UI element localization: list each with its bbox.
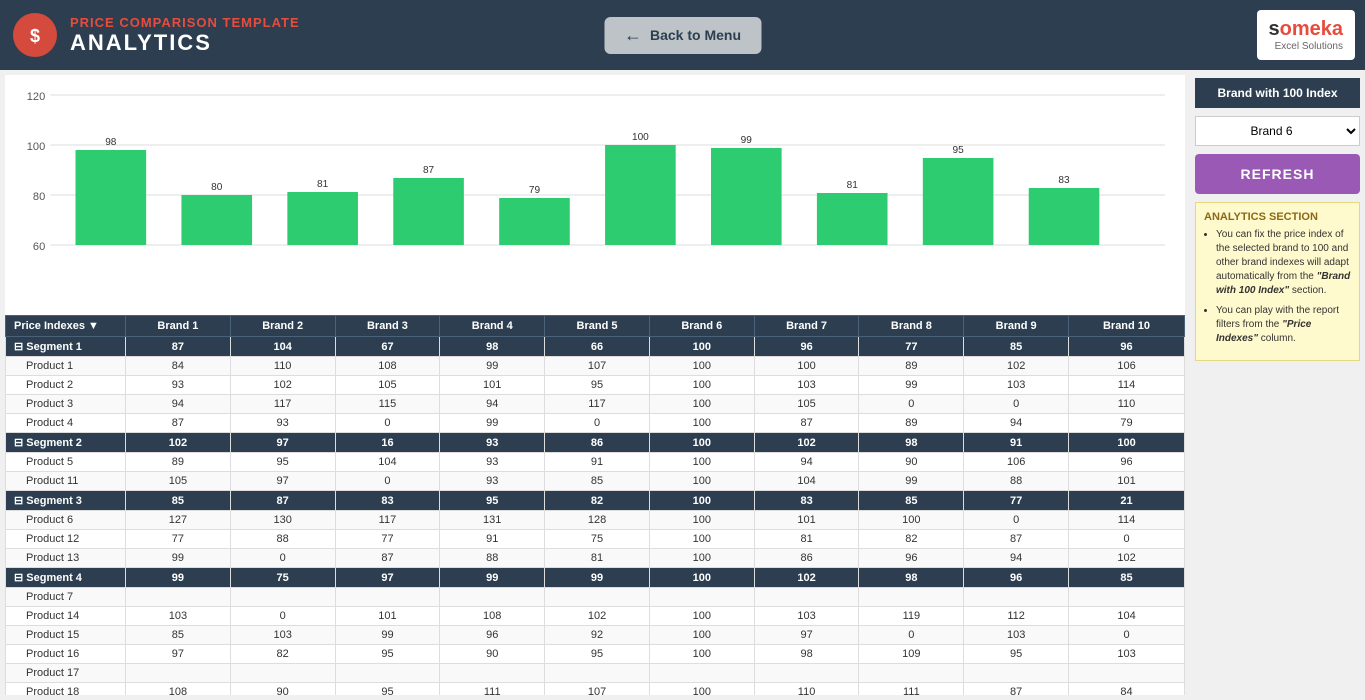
refresh-button[interactable]: REFRESH (1195, 154, 1360, 194)
logo-area: $ PRICE COMPARISON TEMPLATE ANALYTICS (10, 10, 300, 60)
col-header-brand2: Brand 2 (230, 316, 335, 337)
bar-brand6 (605, 145, 676, 245)
col-header-price-indexes[interactable]: Price Indexes ▼ (6, 316, 126, 337)
bar-brand8 (817, 193, 888, 245)
bar-brand7 (711, 148, 782, 245)
table-body: ⊟ Segment 18710467986610096778596Product… (6, 337, 1185, 696)
svg-text:$: $ (30, 26, 40, 46)
svg-text:100: 100 (27, 141, 45, 153)
svg-text:60: 60 (33, 241, 45, 253)
col-header-brand5: Brand 5 (545, 316, 650, 337)
table-row: Product 61271301171311281001011000114 (6, 511, 1185, 530)
analytics-info-title: ANALYTICS SECTION (1204, 211, 1351, 223)
right-panel: Brand with 100 Index Brand 6 Brand 1 Bra… (1190, 70, 1365, 700)
table-row: Product 589951049391100949010696 (6, 453, 1185, 472)
svg-text:99: 99 (741, 135, 753, 146)
bar-brand5 (499, 198, 570, 245)
segment-row: ⊟ Segment 18710467986610096778596 (6, 337, 1185, 357)
col-header-brand4: Brand 4 (440, 316, 545, 337)
col-header-brand10: Brand 10 (1069, 316, 1185, 337)
bar-brand4 (393, 178, 464, 245)
svg-text:100: 100 (632, 132, 649, 143)
header-main-title: ANALYTICS (70, 30, 300, 56)
col-header-brand1: Brand 1 (126, 316, 231, 337)
svg-text:98: 98 (105, 137, 117, 148)
svg-text:80: 80 (33, 191, 45, 203)
svg-text:95: 95 (953, 145, 965, 156)
app-header: $ PRICE COMPARISON TEMPLATE ANALYTICS ← … (0, 0, 1365, 70)
table-row: Product 141030101108102100103119112104 (6, 607, 1185, 626)
table-row: Product 17 (6, 664, 1185, 683)
col-header-brand9: Brand 9 (964, 316, 1069, 337)
col-header-brand7: Brand 7 (754, 316, 859, 337)
brand-with-100-index-label: Brand with 100 Index (1195, 78, 1360, 108)
bar-brand2 (181, 195, 252, 245)
someka-tagline: Excel Solutions (1269, 41, 1344, 52)
analytics-info-point-2: You can play with the report filters fro… (1216, 304, 1351, 346)
header-titles: PRICE COMPARISON TEMPLATE ANALYTICS (70, 15, 300, 56)
bar-brand1 (76, 150, 147, 245)
table-row: Product 1277887791751008182870 (6, 530, 1185, 549)
table-header-row: Price Indexes ▼ Brand 1 Brand 2 Brand 3 … (6, 316, 1185, 337)
col-header-brand3: Brand 3 (335, 316, 440, 337)
bar-brand10 (1029, 188, 1100, 245)
back-to-menu-button[interactable]: ← Back to Menu (604, 17, 761, 54)
table-row: Product 48793099010087899479 (6, 414, 1185, 433)
analytics-info-point-1: You can fix the price index of the selec… (1216, 228, 1351, 298)
svg-text:87: 87 (423, 165, 435, 176)
data-area: 120 100 80 60 98 80 81 (5, 75, 1185, 695)
svg-text:79: 79 (529, 185, 541, 196)
app-logo-icon: $ (10, 10, 60, 60)
table-row: Product 3941171159411710010500110 (6, 395, 1185, 414)
svg-text:81: 81 (317, 179, 329, 190)
col-header-brand6: Brand 6 (649, 316, 754, 337)
table-row: Product 1841101089910710010089102106 (6, 357, 1185, 376)
table-row: Product 1810890951111071001101118784 (6, 683, 1185, 696)
segment-row: ⊟ Segment 3858783958210083857721 (6, 491, 1185, 511)
svg-text:80: 80 (211, 182, 223, 193)
table-container[interactable]: Price Indexes ▼ Brand 1 Brand 2 Brand 3 … (5, 315, 1185, 695)
someka-brand-text: someka (1269, 18, 1344, 41)
back-button-label: Back to Menu (650, 27, 741, 43)
segment-row: ⊟ Segment 49975979999100102989685 (6, 568, 1185, 588)
back-arrow-icon: ← (624, 25, 642, 46)
chart-area: 120 100 80 60 98 80 81 (5, 75, 1185, 315)
bar-brand9 (923, 158, 994, 245)
table-row: Product 15851039996921009701030 (6, 626, 1185, 645)
someka-logo: someka Excel Solutions (1257, 10, 1356, 60)
table-row: Product 2931021051019510010399103114 (6, 376, 1185, 395)
analytics-info-list: You can fix the price index of the selec… (1204, 228, 1351, 346)
segment-row: ⊟ Segment 2102971693861001029891100 (6, 433, 1185, 453)
brand-dropdown[interactable]: Brand 6 Brand 1 Brand 2 Brand 3 Brand 4 … (1195, 116, 1360, 146)
table-row: Product 7 (6, 588, 1185, 607)
svg-text:120: 120 (27, 91, 45, 103)
table-row: Product 13990878881100869694102 (6, 549, 1185, 568)
table-row: Product 1110597093851001049988101 (6, 472, 1185, 491)
bar-brand3 (287, 192, 358, 245)
price-index-table: Price Indexes ▼ Brand 1 Brand 2 Brand 3 … (5, 315, 1185, 695)
header-subtitle: PRICE COMPARISON TEMPLATE (70, 15, 300, 30)
bar-chart: 120 100 80 60 98 80 81 (15, 85, 1175, 305)
table-row: Product 1697829590951009810995103 (6, 645, 1185, 664)
svg-text:83: 83 (1058, 175, 1070, 186)
main-content: 120 100 80 60 98 80 81 (0, 70, 1365, 700)
col-header-brand8: Brand 8 (859, 316, 964, 337)
svg-text:81: 81 (847, 180, 859, 191)
analytics-info-box: ANALYTICS SECTION You can fix the price … (1195, 202, 1360, 361)
